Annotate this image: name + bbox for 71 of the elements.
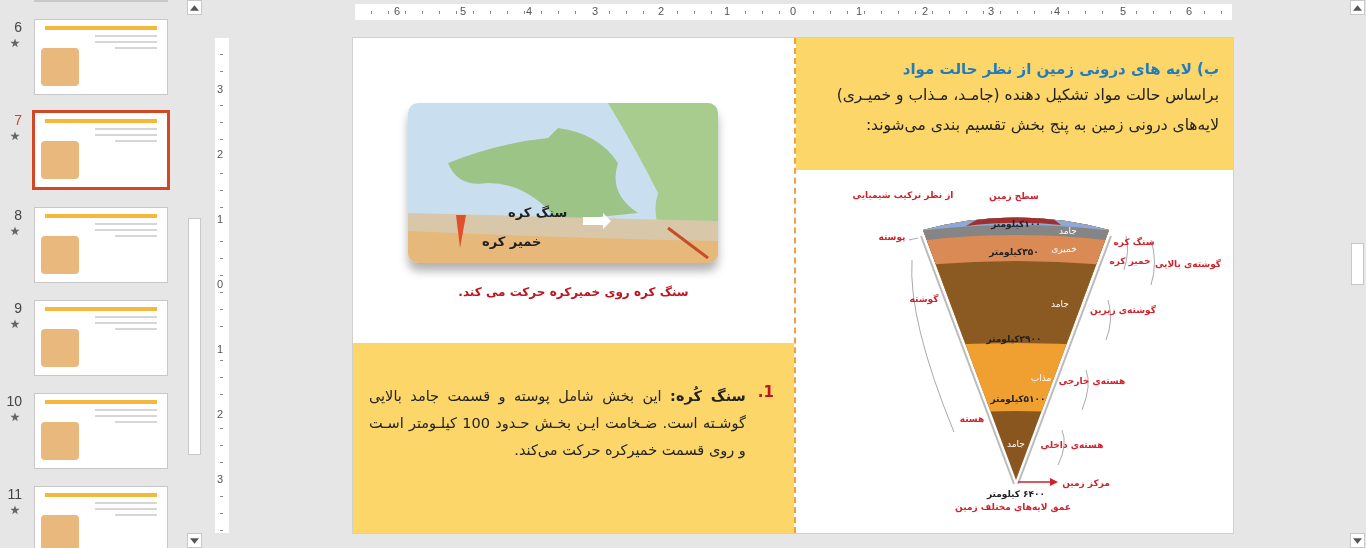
layer-label: گوشته‌ی زیرین bbox=[1090, 305, 1156, 315]
slide-number: 8 bbox=[14, 207, 22, 223]
state-label: جامد bbox=[1007, 439, 1025, 449]
star-icon bbox=[10, 505, 20, 515]
slide-number: 7 bbox=[14, 112, 22, 128]
ruler-number: 3 bbox=[217, 83, 224, 95]
layer-label: پوسته bbox=[878, 232, 906, 242]
diagram-caption: عمق لایه‌های مختلف زمین bbox=[955, 502, 1071, 512]
ruler-number: 6 bbox=[393, 5, 402, 17]
depth-label: ۵۱۰۰کیلومتر bbox=[990, 394, 1046, 404]
layer-label: گوشته‌ی بالایی bbox=[1154, 259, 1222, 269]
slide-heading: ب) لایه های درونی زمین از نظر حالت مواد bbox=[901, 60, 1219, 78]
star-icon bbox=[10, 131, 20, 141]
star-icon bbox=[10, 226, 20, 236]
state-label: جامد bbox=[1059, 226, 1077, 236]
ruler-number: 3 bbox=[217, 473, 224, 485]
star-icon bbox=[10, 38, 20, 48]
scroll-down-icon[interactable] bbox=[1350, 533, 1365, 548]
vertical-ruler[interactable]: 3 2 1 0 1 2 3 bbox=[215, 38, 229, 533]
map-caption: سنگ کره روی خمیرکره حرکت می کند. bbox=[457, 285, 690, 299]
ruler-number: 0 bbox=[789, 5, 798, 17]
depth-label: ۲۹۰۰کیلومتر bbox=[986, 334, 1042, 344]
horizontal-ruler[interactable]: 6 5 4 3 2 1 0 1 2 3 4 5 6 bbox=[355, 4, 1232, 20]
layer-label: گوشته bbox=[909, 294, 939, 304]
ruler-number: 5 bbox=[459, 5, 468, 17]
diagram-subtitle: از نظر ترکیب شیمیایی bbox=[852, 190, 954, 200]
ruler-number: 2 bbox=[921, 5, 930, 17]
scrollbar[interactable] bbox=[1349, 0, 1366, 548]
slide-number: 10 bbox=[6, 393, 22, 409]
star-icon bbox=[10, 319, 20, 329]
depth-label: ۶۴۰۰ کیلومتر bbox=[986, 489, 1046, 499]
scroll-thumb[interactable] bbox=[188, 218, 201, 455]
layer-label: سنگ کره bbox=[1113, 237, 1155, 247]
diagram-label: مرکز زمین bbox=[1062, 478, 1110, 488]
ruler-number: 6 bbox=[1185, 5, 1194, 17]
state-label: خمیری bbox=[1051, 244, 1077, 254]
list-number: 1. bbox=[757, 382, 774, 403]
ruler-number: 4 bbox=[1053, 5, 1062, 17]
scroll-up-icon[interactable] bbox=[1350, 0, 1365, 15]
diagram-label: سطح زمین bbox=[989, 191, 1039, 201]
ruler-number: 3 bbox=[987, 5, 996, 17]
intro-paragraph: براساس حالت مواد تشکیل دهنده (جامـد، مـذاب و خمیـری) لایه‌های درونی زمین به پنج بخش تقسیم بندی می‌شوند: bbox=[835, 85, 1219, 137]
state-label: مذاب bbox=[1030, 373, 1052, 383]
star-icon bbox=[10, 412, 20, 422]
depth-label: ۱۰۰کیلومتر bbox=[991, 219, 1041, 229]
ruler-number: 1 bbox=[723, 5, 732, 17]
slide-number: 11 bbox=[7, 486, 22, 502]
slide-number: 6 bbox=[14, 19, 22, 35]
ruler-number: 3 bbox=[591, 5, 600, 17]
scroll-up-icon[interactable] bbox=[187, 0, 202, 15]
scroll-down-icon[interactable] bbox=[187, 533, 202, 548]
ruler-number: 4 bbox=[525, 5, 534, 17]
layer-label: هسته‌ی خارجی bbox=[1058, 376, 1126, 386]
map-label: سنگ کره bbox=[508, 205, 568, 220]
ruler-number: 1 bbox=[855, 5, 864, 17]
layer-label: خمیر کره bbox=[1109, 256, 1151, 266]
list-paragraph: سنگ کُره: این بخش شامل پوسته و قسمت جامد بالایی گوشـته است. ضـخامت ایـن بخـش حـدود 100 کیلـومتر اسـت و روی قسمت خمیرکره حرکت می‌کند. bbox=[369, 385, 746, 461]
depth-label: ۳۵۰کیلومتر bbox=[989, 247, 1039, 257]
ruler-number: 2 bbox=[217, 408, 224, 420]
ruler-number: 2 bbox=[217, 148, 224, 160]
ruler-number: 1 bbox=[217, 213, 224, 225]
ruler-number: 2 bbox=[657, 5, 666, 17]
map-label: خمیر کره bbox=[482, 234, 542, 249]
ruler-number: 1 bbox=[217, 343, 224, 355]
slide-number: 9 bbox=[14, 300, 22, 316]
state-label: جامد bbox=[1051, 299, 1069, 309]
ruler-number: 5 bbox=[1119, 5, 1128, 17]
layer-label: هسته bbox=[959, 414, 985, 424]
scroll-thumb[interactable] bbox=[1351, 243, 1364, 285]
ruler-number: 0 bbox=[217, 278, 224, 290]
layer-label: هسته‌ی داخلی bbox=[1040, 440, 1104, 450]
